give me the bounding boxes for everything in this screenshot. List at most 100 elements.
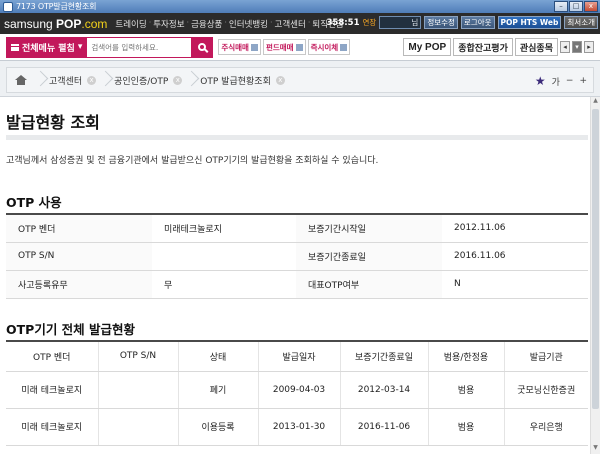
scroll-thumb[interactable] <box>592 109 599 409</box>
pop-hts-web-button[interactable]: POP HTS Web <box>497 16 562 29</box>
column-header: 보증기간종료일 <box>340 341 429 372</box>
value-warranty-end: 2016.11.06 <box>442 242 588 271</box>
value-otp-sn <box>152 242 296 271</box>
quick-stock-trade-button[interactable]: 주식매매 <box>218 39 261 55</box>
quick-links: 주식매매 펀드매매 즉시이체 <box>218 39 351 55</box>
scroll-down-arrow[interactable]: ▼ <box>591 444 600 454</box>
all-menu-button[interactable]: 전체메뉴 펼침 ▾ <box>6 36 88 58</box>
breadcrumb: 고객센터 x 공인인증/OTP x OTP 발급현황조회 x ★ 가 − + <box>6 67 594 93</box>
nav-item-financial-products[interactable]: 금융상품 <box>189 18 224 30</box>
label-primary-otp: 대표OTP여부 <box>296 270 442 299</box>
home-icon[interactable] <box>15 75 27 85</box>
breadcrumb-item-certificate-otp[interactable]: 공인인증/OTP x <box>110 74 186 87</box>
value-warranty-start: 2012.11.06 <box>442 214 588 243</box>
logo-pop: POP <box>56 16 82 31</box>
minimize-button[interactable]: – <box>554 1 568 12</box>
label-otp-sn: OTP S/N <box>6 242 152 271</box>
session-area: 358:51 연장 님 정보수정 로그아웃 POP HTS Web 최서소개 <box>327 16 598 29</box>
personal-tabs: My POP 종합잔고평가 관심종목 ◂ ▾ ▸ <box>403 38 594 56</box>
column-header: 발급일자 <box>258 341 341 372</box>
nav-item-internet-banking[interactable]: 인터넷뱅킹 <box>227 18 270 30</box>
close-icon[interactable]: x <box>87 75 97 85</box>
page-description: 고객님께서 삼성증권 및 전 금융기관에서 발급받으신 OTP기기의 발급현황을… <box>6 156 379 166</box>
column-header: 범용/한정용 <box>428 341 505 372</box>
nav-item-investment-info[interactable]: 투자정보 <box>151 18 186 30</box>
value-incident-registered: 무 <box>152 270 296 299</box>
tab-balance-evaluation[interactable]: 종합잔고평가 <box>453 38 513 56</box>
search-input[interactable] <box>87 36 192 58</box>
extend-session-link[interactable]: 연장 <box>363 17 377 28</box>
maximize-button[interactable]: □ <box>569 1 583 12</box>
nav-item-customer-center[interactable]: 고객센터 <box>273 18 308 30</box>
otp-issuance-table: OTP 벤더 OTP S/N 상태 발급일자 보증기간종료일 범용/한정용 발급… <box>6 340 588 446</box>
table-cell <box>98 408 179 446</box>
transfer-icon <box>340 43 348 51</box>
column-header: 상태 <box>178 341 259 372</box>
toolbar: 전체메뉴 펼침 ▾ 주식매매 펀드매매 즉시이체 My POP 종합잔고평가 관… <box>0 34 600 61</box>
font-increase-button[interactable]: + <box>579 76 587 86</box>
close-icon[interactable]: x <box>275 75 285 85</box>
tab-my-pop[interactable]: My POP <box>403 38 452 56</box>
page-title: 발급현황 조회 <box>6 113 100 132</box>
nav-item-trading[interactable]: 트레이딩 <box>113 18 148 30</box>
breadcrumb-item-otp-status[interactable]: OTP 발급현황조회 x <box>196 74 289 87</box>
section-heading-otp-use: OTP 사용 <box>6 195 62 210</box>
section-heading-otp-all: OTP기기 전체 발급현황 <box>6 322 136 337</box>
dropdown-button[interactable]: ▾ <box>572 41 582 53</box>
table-cell: 우리은행 <box>504 408 588 446</box>
label-incident-registered: 사고등록유무 <box>6 270 152 299</box>
logo-samsung: samsung <box>4 16 53 31</box>
chevron-right-icon <box>100 67 110 93</box>
samsung-pop-logo[interactable]: samsung POP.com <box>4 17 107 31</box>
app-icon <box>3 1 13 12</box>
hamburger-icon <box>11 43 19 51</box>
table-row: OTP S/N 보증기간종료일 2016.11.06 <box>6 242 588 271</box>
table-row: 사고등록유무 무 대표OTP여부 N <box>6 270 588 299</box>
quick-fund-trade-button[interactable]: 펀드매매 <box>262 39 306 55</box>
table-row: OTP 벤더 미래테크놀로지 보증기간시작일 2012.11.06 <box>6 214 588 243</box>
close-button[interactable]: x <box>584 1 598 12</box>
vertical-scrollbar[interactable]: ▲ ▼ <box>590 97 600 454</box>
divider <box>6 135 588 140</box>
logout-button[interactable]: 로그아웃 <box>460 16 495 29</box>
quick-transfer-label: 즉시이체 <box>310 42 339 52</box>
label-warranty-start: 보증기간시작일 <box>296 214 442 243</box>
chart-icon <box>250 43 258 51</box>
table-cell <box>98 371 179 409</box>
table-cell: 2016-11-06 <box>340 408 429 446</box>
all-menu-label: 전체메뉴 펼침 <box>22 43 75 54</box>
user-name-box: 님 <box>379 16 422 29</box>
breadcrumb-label: OTP 발급현황조회 <box>200 76 271 87</box>
quick-stock-trade-label: 주식매매 <box>221 42 249 52</box>
breadcrumb-bar: 고객센터 x 공인인증/OTP x OTP 발급현황조회 x ★ 가 − + <box>0 61 600 97</box>
tab-watchlist[interactable]: 관심종목 <box>514 38 558 56</box>
table-cell: 굿모닝신한증권 <box>504 371 588 409</box>
edit-info-button[interactable]: 정보수정 <box>424 16 458 29</box>
table-cell: 범용 <box>428 371 505 409</box>
minimize-intro-button[interactable]: 최서소개 <box>564 16 598 29</box>
window-title: 7173 OTP발급현황조회 <box>16 2 97 11</box>
quick-transfer-button[interactable]: 즉시이체 <box>307 39 351 55</box>
window-title-bar: 7173 OTP발급현황조회 – □ x <box>0 0 600 13</box>
close-icon[interactable]: x <box>173 75 183 85</box>
table-cell: 범용 <box>428 408 505 446</box>
next-button[interactable]: ▸ <box>584 41 594 53</box>
column-header: OTP S/N <box>98 341 179 372</box>
breadcrumb-label: 고객센터 <box>49 76 83 87</box>
favorite-star-icon[interactable]: ★ <box>535 74 546 88</box>
scroll-up-arrow[interactable]: ▲ <box>591 97 600 107</box>
fund-icon <box>295 43 303 51</box>
table-cell: 미래 테크놀로지 <box>6 408 99 446</box>
value-primary-otp: N <box>442 270 588 299</box>
session-timer: 358:51 <box>326 17 360 28</box>
font-decrease-button[interactable]: − <box>566 76 574 86</box>
column-header: 발급기관 <box>504 341 588 372</box>
chevron-right-icon <box>186 67 196 93</box>
quick-fund-trade-label: 펀드매매 <box>265 42 294 52</box>
prev-button[interactable]: ◂ <box>560 41 570 53</box>
search-icon <box>198 43 207 51</box>
font-size-label: 가 <box>551 77 560 88</box>
search-button[interactable] <box>191 36 214 58</box>
breadcrumb-item-customer-center[interactable]: 고객센터 x <box>45 74 100 87</box>
table-cell: 폐기 <box>178 371 259 409</box>
